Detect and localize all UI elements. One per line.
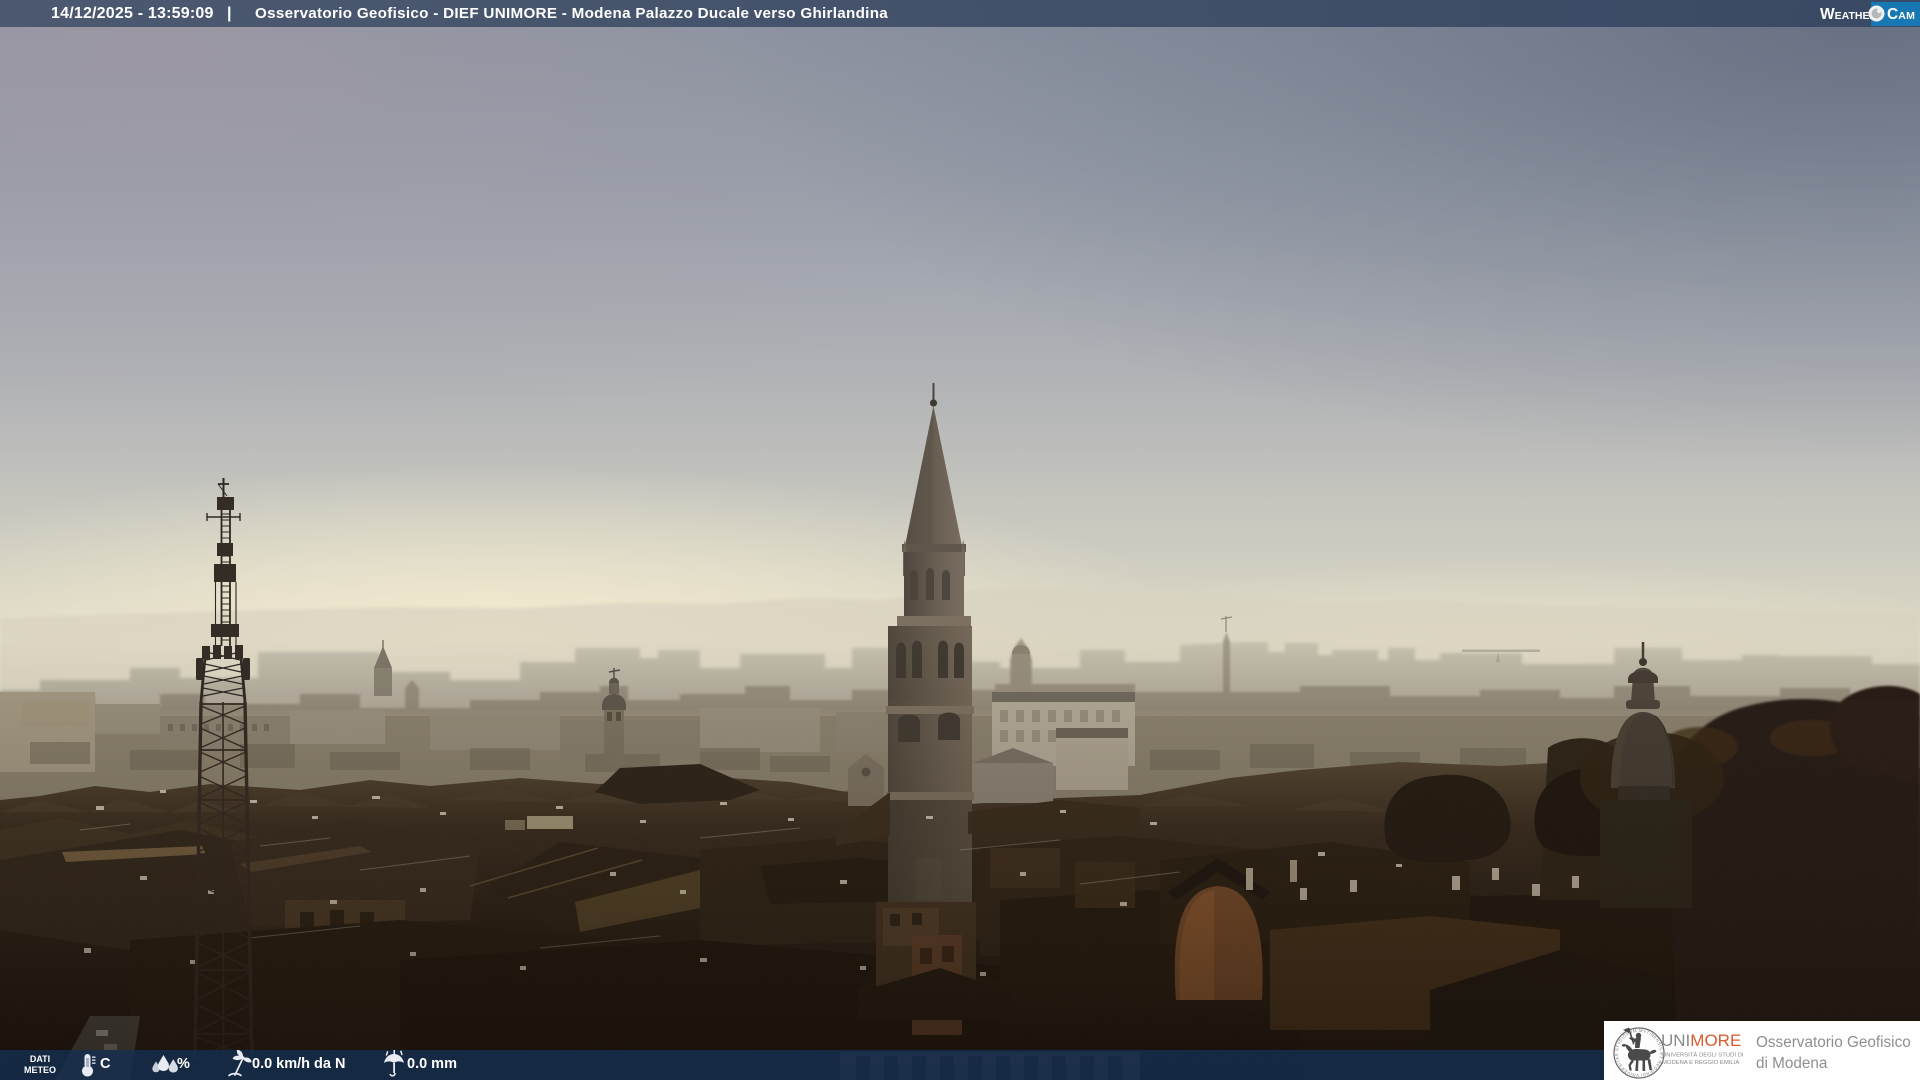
svg-text:UNIMORE: UNIMORE <box>1661 1031 1741 1050</box>
svg-text:di Modena: di Modena <box>1756 1055 1828 1072</box>
svg-text:UNIVERSITÀ DEGLI STUDI DI: UNIVERSITÀ DEGLI STUDI DI <box>1662 1052 1744 1059</box>
svg-text:Osservatorio Geofisico: Osservatorio Geofisico <box>1756 1034 1911 1051</box>
svg-text:MODENA E REGGIO EMILIA: MODENA E REGGIO EMILIA <box>1662 1060 1739 1066</box>
